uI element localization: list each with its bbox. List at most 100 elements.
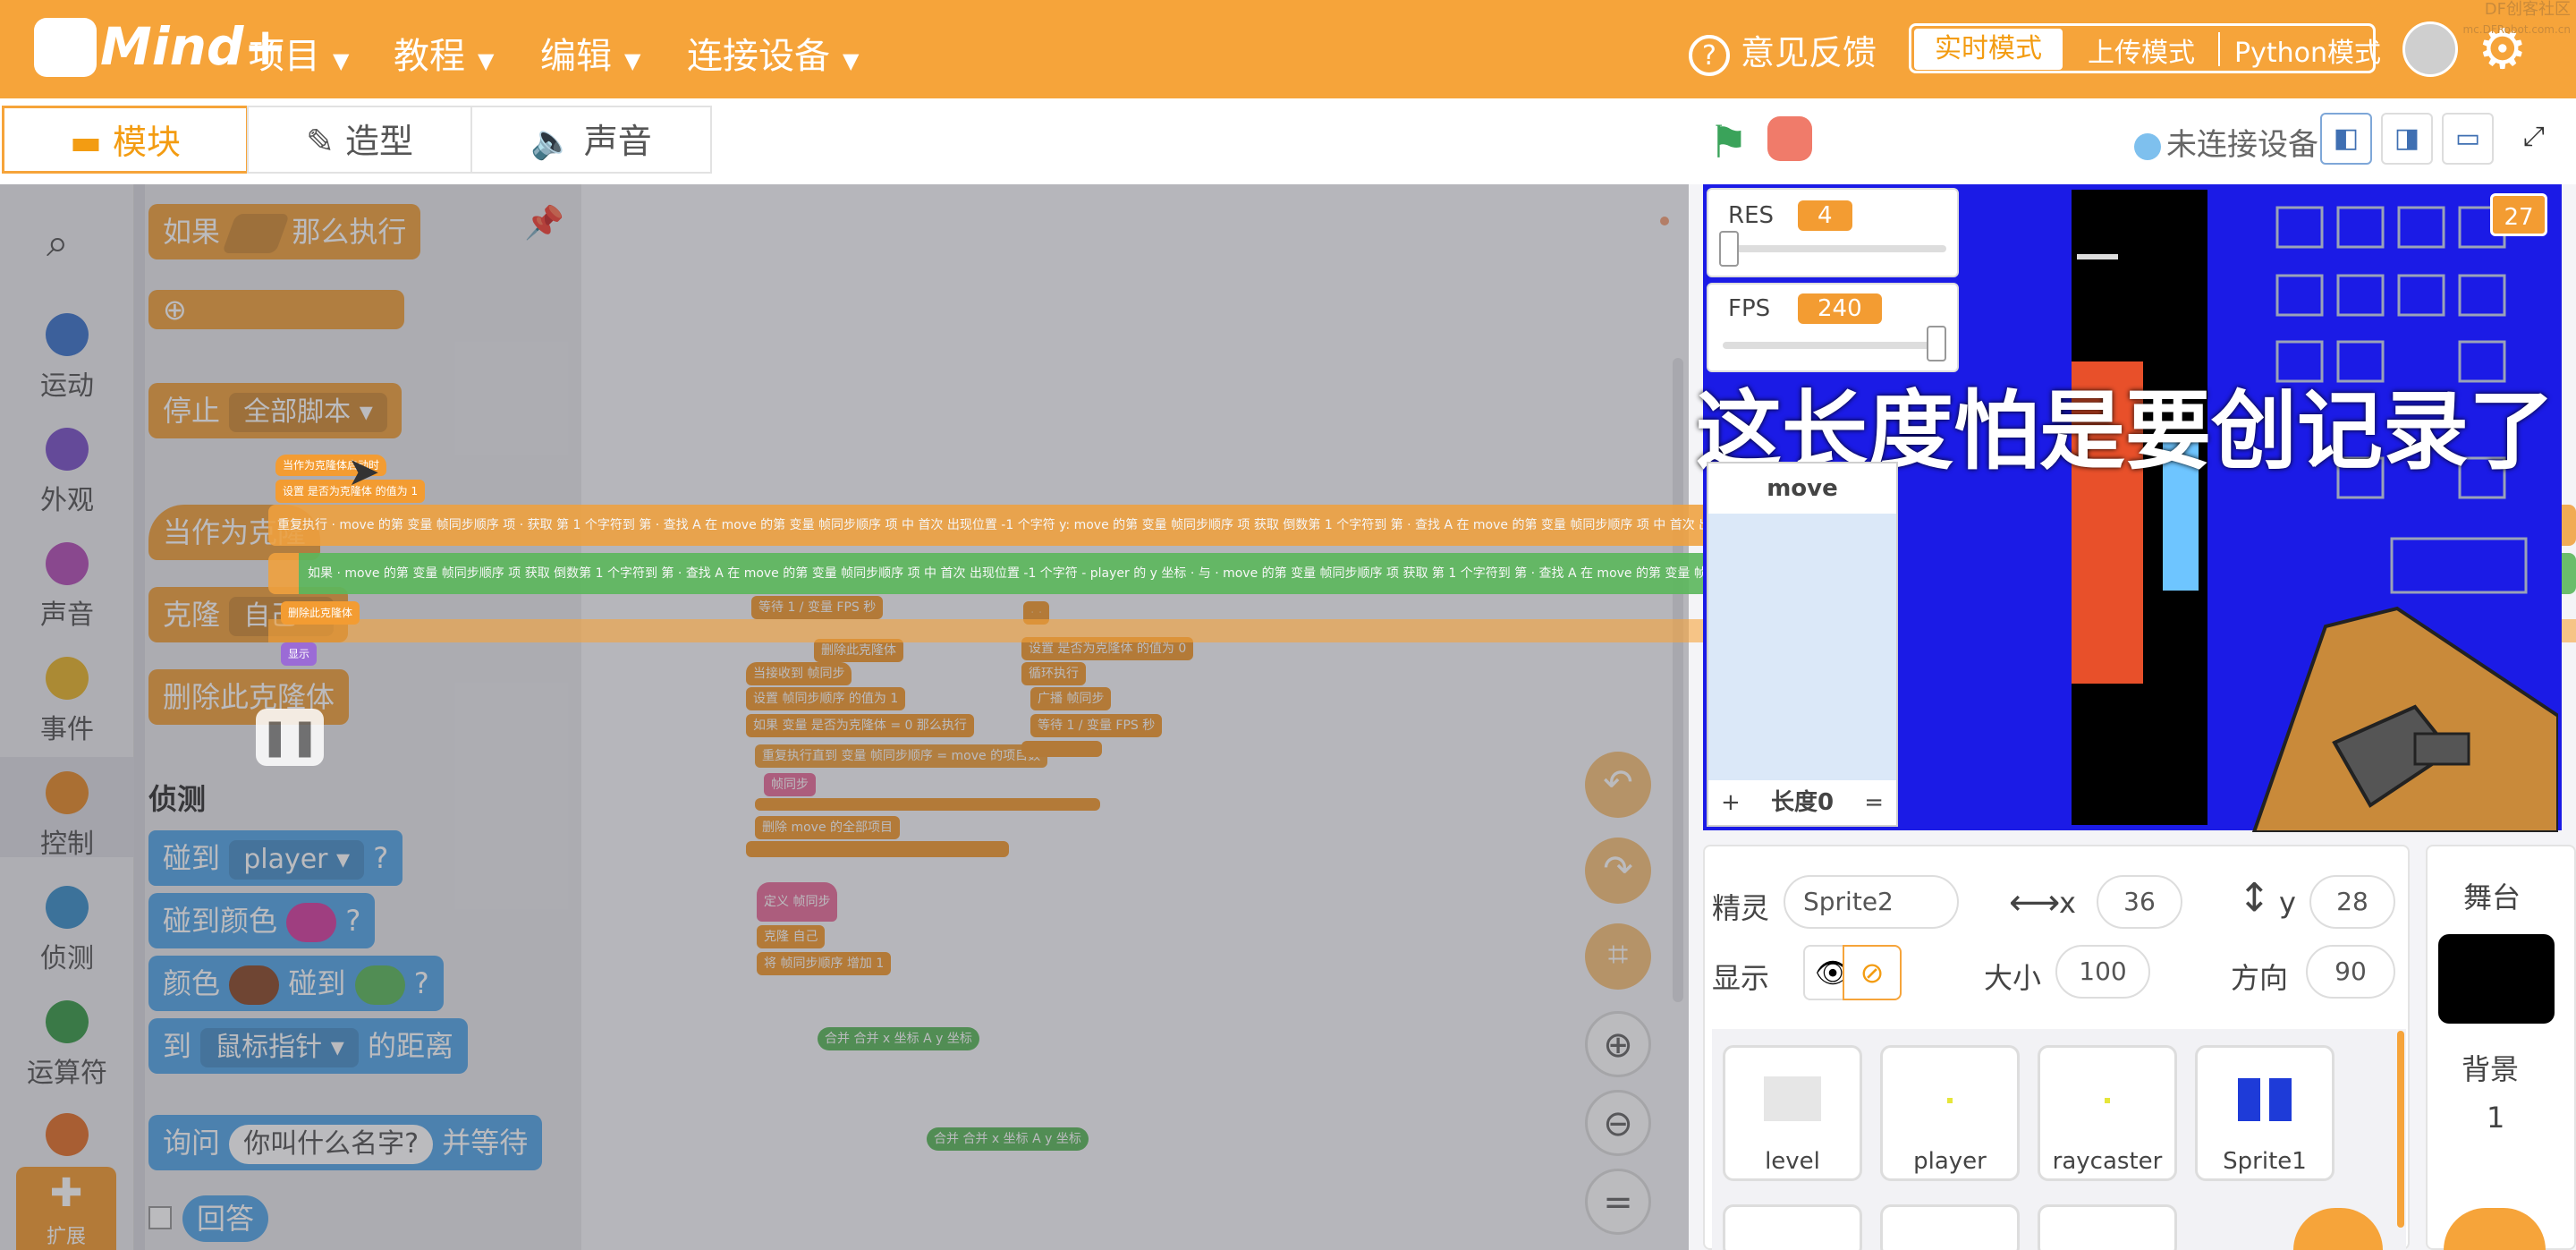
tab-costume[interactable]: ✎ 造型: [247, 106, 472, 174]
show-label: 显示: [1712, 961, 1770, 995]
monitor-label: RES: [1728, 202, 1774, 229]
sprite-name: level: [1765, 1148, 1820, 1175]
mouse-cursor-icon: ➤: [347, 449, 380, 495]
stop-icon[interactable]: [1767, 116, 1812, 161]
monitor-slider[interactable]: [1723, 342, 1946, 349]
feedback-label: 意见反馈: [1741, 33, 1877, 72]
menu-edit[interactable]: 编辑 ▼: [540, 27, 640, 79]
sprite-card-raycaster[interactable]: raycaster: [2038, 1045, 2177, 1181]
mindplus-logo-icon: [34, 18, 97, 77]
sprite-card-sprite1[interactable]: Sprite1: [2195, 1045, 2334, 1181]
drag-dim-overlay: [0, 184, 1689, 1250]
menu-connect-device[interactable]: 连接设备 ▼: [687, 27, 859, 79]
monitor-slider[interactable]: [1723, 245, 1946, 252]
slider-knob[interactable]: [1719, 231, 1739, 267]
block-text: 删除此克隆体: [288, 607, 353, 619]
crosshair-mark: [2077, 254, 2118, 259]
vertical-arrows-icon: ↕: [2238, 875, 2271, 921]
green-flag-icon[interactable]: ⚑: [1708, 116, 1749, 168]
hide-sprite-eye-off-icon[interactable]: ⊘: [1843, 945, 1902, 1000]
backdrop-count: 1: [2487, 1101, 2505, 1135]
sprite-card[interactable]: [1880, 1204, 2020, 1250]
size-label: 大小: [1984, 961, 2042, 995]
brush-icon: ✎: [306, 122, 335, 161]
brand-text: DF创客社区: [2484, 0, 2571, 19]
list-monitor-move[interactable]: move + 长度0 =: [1707, 462, 1898, 827]
x-label: x: [2059, 886, 2076, 920]
chevron-down-icon: ▼: [478, 48, 495, 73]
brand-url: mc.DFRobot.com.cn: [2462, 23, 2571, 36]
device-connection-status[interactable]: 未连接设备: [2134, 120, 2318, 164]
list-footer: + 长度0 =: [1708, 780, 1896, 825]
chevron-down-icon: ▼: [333, 48, 350, 73]
sprite-name: player: [1913, 1148, 1987, 1175]
python-mode-button[interactable]: Python模式: [2234, 30, 2381, 70]
avatar[interactable]: [2402, 21, 2458, 77]
monitor-value: 4: [1798, 200, 1852, 231]
horizontal-arrows-icon: ⟷: [2009, 882, 2061, 923]
slider-knob[interactable]: [1927, 326, 1946, 361]
layout-small-stage-icon[interactable]: ◧: [2320, 113, 2372, 165]
sprite-direction-field[interactable]: 90: [2306, 945, 2395, 999]
dragged-block[interactable]: 删除此克隆体: [281, 601, 360, 625]
stage-counter-badge: 27: [2490, 193, 2547, 236]
realtime-mode-button[interactable]: 实时模式: [1914, 29, 2063, 70]
block-text: 重复执行 · move 的第 变量 帧同步顺序 项 · 获取 第 1 个字符到 …: [277, 518, 1808, 532]
dragged-show-block[interactable]: 显示: [281, 642, 318, 666]
connection-label: 未连接设备: [2166, 127, 2318, 163]
list-add-button[interactable]: +: [1721, 780, 1741, 825]
direction-label: 方向: [2231, 961, 2289, 995]
sprite-card-level[interactable]: level: [1723, 1045, 1862, 1181]
sprite-thumbnail: [1764, 1076, 1821, 1121]
menu-label: 连接设备: [687, 36, 830, 77]
fullscreen-icon[interactable]: ⤢: [2508, 113, 2560, 165]
pause-icon[interactable]: ❚❚: [256, 709, 324, 766]
variable-monitor-res[interactable]: RES 4: [1707, 188, 1959, 277]
backdrop-label: 背景: [2462, 1052, 2520, 1086]
chevron-down-icon: ▼: [624, 48, 641, 73]
sprite-name: raycaster: [2052, 1148, 2163, 1175]
y-label: y: [2279, 886, 2296, 920]
sprite-thumbnail: [2238, 1078, 2292, 1121]
sprite-card[interactable]: [1723, 1204, 1862, 1250]
menu-project[interactable]: 项目 ▼: [249, 27, 349, 79]
monitor-label: FPS: [1728, 295, 1771, 322]
sprite-x-field[interactable]: 36: [2097, 875, 2182, 929]
list-resize-handle[interactable]: =: [1864, 780, 1884, 825]
gun-sprite: [2251, 606, 2558, 832]
sprite-size-field[interactable]: 100: [2055, 945, 2150, 999]
sprite-label: 精灵: [1712, 891, 1770, 925]
monitor-value: 240: [1798, 293, 1882, 324]
variable-monitor-fps[interactable]: FPS 240: [1707, 283, 1959, 372]
sprite-y-field[interactable]: 28: [2309, 875, 2395, 929]
list-title: move: [1708, 463, 1896, 514]
chevron-down-icon: ▼: [843, 48, 860, 73]
stage-panel-title: 舞台: [2463, 880, 2521, 914]
mode-divider: [2218, 32, 2220, 66]
tab-blocks[interactable]: ▬ 模块: [2, 106, 249, 174]
menu-tutorial[interactable]: 教程 ▼: [394, 27, 494, 79]
menu-label: 编辑: [540, 36, 612, 77]
layout-large-stage-icon[interactable]: ▭: [2442, 113, 2494, 165]
sprite-card-player[interactable]: player: [1880, 1045, 2020, 1181]
menu-label: 教程: [394, 36, 465, 77]
blocks-icon: ▬: [69, 123, 102, 162]
tab-label: 模块: [112, 123, 181, 162]
sprite-card[interactable]: [2038, 1204, 2177, 1250]
layout-normal-stage-icon[interactable]: ◨: [2381, 113, 2433, 165]
sprite-thumbnail: [1947, 1098, 1953, 1103]
menu-label: 项目: [249, 36, 320, 77]
sprite-thumbnail: [2105, 1098, 2110, 1103]
tab-label: 造型: [344, 122, 413, 161]
block-text: 显示: [288, 648, 310, 660]
feedback-button[interactable]: ? 意见反馈: [1689, 25, 1877, 76]
tab-label: 声音: [583, 122, 652, 161]
sprite-list-scrollbar[interactable]: [2397, 1031, 2404, 1228]
list-length: 长度0: [1771, 789, 1835, 816]
brand-watermark: DF创客社区 mc.DFRobot.com.cn: [2454, 0, 2571, 39]
tab-sound[interactable]: 🔈 声音: [470, 106, 712, 174]
connection-dot-icon: [2134, 132, 2161, 160]
stage-thumbnail[interactable]: [2438, 934, 2555, 1024]
upload-mode-button[interactable]: 上传模式: [2088, 30, 2195, 70]
sprite-name-field[interactable]: Sprite2: [1784, 875, 1959, 929]
